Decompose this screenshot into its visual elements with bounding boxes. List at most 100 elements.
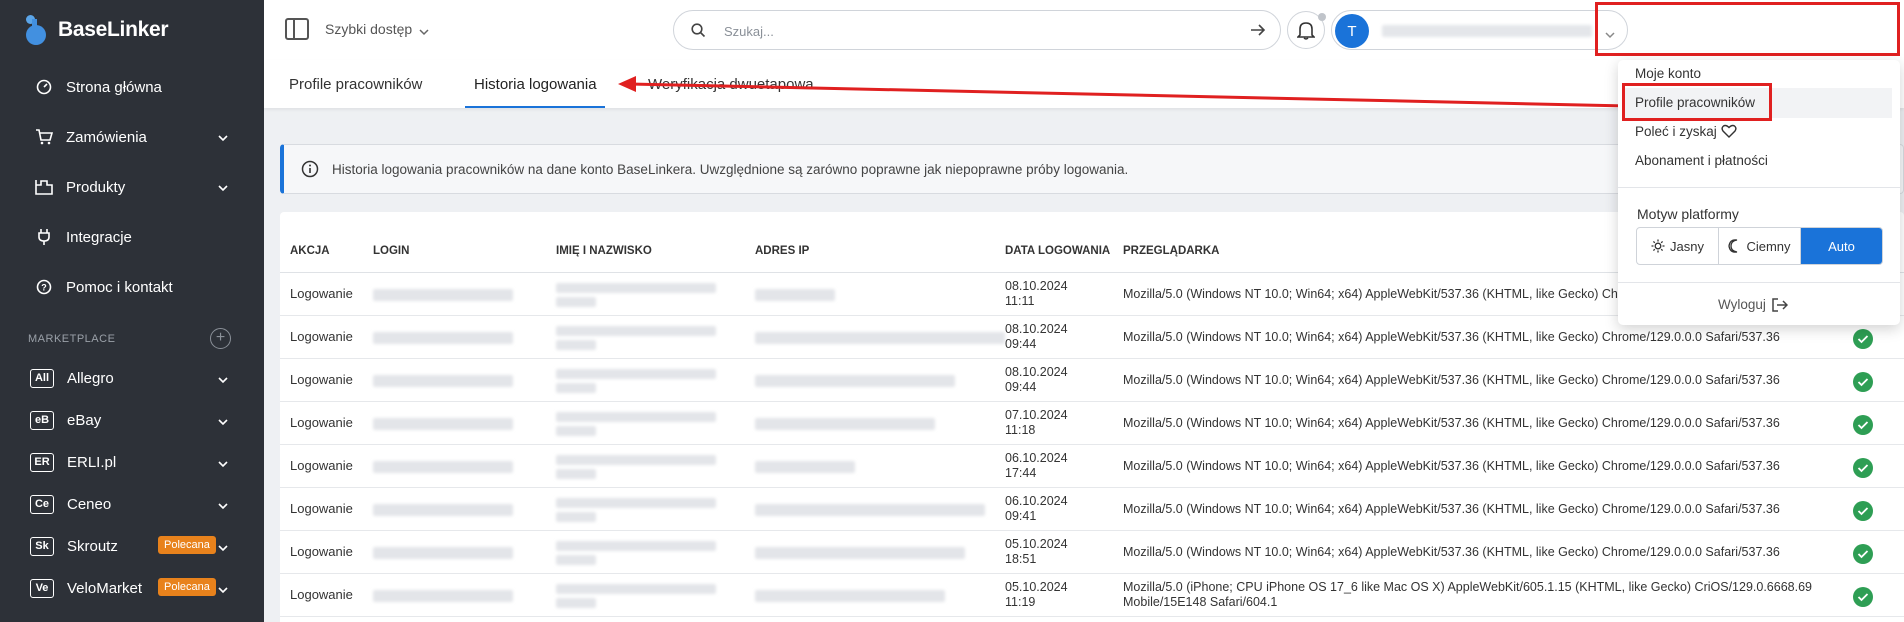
search-input[interactable] [724,21,1204,41]
sidebar-item-orders[interactable]: Zamówienia [0,117,264,157]
table-row[interactable]: Logowanie 06.10.2024 17:44 Mozilla/5.0 (Win… [280,445,1904,488]
chevron-down-icon [218,180,228,195]
login-redacted [373,289,513,301]
tab-login-history[interactable]: Historia logowania [474,76,597,93]
logout-icon [1772,297,1788,312]
sidebar-item-skroutz[interactable]: Sk Skroutz Polecana [0,528,264,564]
name-redacted [556,340,596,350]
sidebar-item-allegro[interactable]: All Allegro [0,360,264,396]
products-icon [34,177,54,197]
date-cell: 08.10.2024 11:11 [1005,279,1068,308]
name-redacted [556,541,716,551]
user-menu-button[interactable]: T [1331,10,1628,50]
sidebar: BaseLinker Strona główna Zamówienia Prod… [0,0,264,622]
sidebar-toggle-icon[interactable] [285,18,309,40]
check-icon [1853,372,1873,392]
ebay-icon: eB [30,410,54,430]
search-bar [673,10,1281,50]
date-cell: 05.10.2024 11:19 [1005,580,1068,609]
marketplace-label: Ceneo [67,495,112,513]
date-cell: 05.10.2024 18:51 [1005,537,1068,566]
theme-light-button[interactable]: Jasny [1637,228,1719,264]
column-header: IMIĘ I NAZWISKO [556,245,652,257]
logout-button[interactable]: Wyloguj [1718,297,1788,312]
annotation-highlight-profile [1622,83,1772,121]
info-icon [301,160,319,181]
chevron-down-icon[interactable] [419,24,429,39]
allegro-icon: All [30,368,54,388]
theme-label: Motyw platformy [1637,206,1739,222]
action-cell: Logowanie [290,458,353,473]
theme-dark-button[interactable]: Ciemny [1719,228,1801,264]
action-cell: Logowanie [290,372,353,387]
check-icon [1853,458,1873,478]
sidebar-item-home[interactable]: Strona główna [0,67,264,107]
quick-access-button[interactable]: Szybki dostęp [325,21,412,37]
cart-icon [34,127,54,147]
ip-redacted [755,461,855,473]
arrow-right-icon[interactable] [1250,23,1266,40]
ip-redacted [755,590,945,602]
action-cell: Logowanie [290,544,353,559]
chevron-down-icon [218,414,228,429]
theme-switcher: Jasny Ciemny Auto [1636,227,1883,265]
moon-icon [1728,239,1738,253]
sidebar-item-erli[interactable]: ER ERLI.pl [0,444,264,480]
bell-icon [1297,22,1315,40]
table-row[interactable]: Logowanie 08.10.2024 09:44 Mozilla/5.0 (Win… [280,359,1904,402]
sidebar-item-ebay[interactable]: eB eBay [0,402,264,438]
menu-item-billing[interactable]: Abonament i płatności [1635,153,1768,168]
check-icon [1853,415,1873,435]
name-redacted [556,584,716,594]
browser-cell: Mozilla/5.0 (Windows NT 10.0; Win64; x64… [1123,330,1780,344]
sun-icon [1651,239,1665,253]
login-redacted [373,547,513,559]
name-redacted [556,326,716,336]
table-row[interactable]: Logowanie 07.10.2024 11:18 Mozilla/5.0 (Win… [280,402,1904,445]
add-marketplace-button[interactable]: + [210,328,231,349]
column-header: AKCJA [290,245,330,257]
column-header: ADRES IP [755,245,810,257]
login-redacted [373,504,513,516]
heart-icon [1720,124,1737,138]
login-redacted [373,375,513,387]
chevron-down-icon [218,540,228,555]
date-cell: 06.10.2024 09:41 [1005,494,1068,523]
sidebar-item-velomarket[interactable]: Ve VeloMarket Polecana [0,570,264,606]
dashboard-icon [34,77,54,97]
sidebar-item-integrations[interactable]: Integracje [0,217,264,257]
check-icon [1853,501,1873,521]
table-row[interactable]: Logowanie 06.10.2024 09:41 Mozilla/5.0 (Win… [280,488,1904,531]
sidebar-item-help[interactable]: ? Pomoc i kontakt [0,267,264,307]
column-header: LOGIN [373,245,410,257]
info-text: Historia logowania pracowników na dane k… [332,162,1129,177]
name-redacted [556,512,596,522]
sidebar-item-label: Zamówienia [66,128,147,146]
check-icon [1853,329,1873,349]
chevron-down-icon [218,582,228,597]
chevron-down-icon [218,498,228,513]
tab-two-step[interactable]: Weryfikacja dwuetapowa [648,76,814,93]
tab-profiles[interactable]: Profile pracowników [289,76,422,93]
action-cell: Logowanie [290,415,353,430]
baselinker-logo[interactable]: BaseLinker [24,14,169,46]
name-redacted [556,283,716,293]
column-header: DATA LOGOWANIA [1005,245,1111,257]
annotation-highlight-user [1595,2,1900,56]
menu-item-my-account[interactable]: Moje konto [1635,66,1701,81]
browser-cell: Mozilla/5.0 (Windows NT 10.0; Win64; x64… [1123,416,1780,430]
recommended-badge: Polecana [158,536,216,554]
action-cell: Logowanie [290,501,353,516]
sidebar-item-ceneo[interactable]: Ce Ceneo [0,486,264,522]
name-redacted [556,555,596,565]
menu-item-refer[interactable]: Poleć i zyskaj [1635,124,1737,139]
theme-auto-button[interactable]: Auto [1801,228,1882,264]
ceneo-icon: Ce [30,494,54,514]
search-icon [691,23,706,41]
plug-icon [34,227,54,247]
skroutz-icon: Sk [30,536,54,556]
sidebar-item-products[interactable]: Produkty [0,167,264,207]
table-row[interactable]: Logowanie 05.10.2024 11:19 Mozilla/5.0 (iPh… [280,574,1904,617]
name-redacted [556,498,716,508]
table-row[interactable]: Logowanie 05.10.2024 18:51 Mozilla/5.0 (Win… [280,531,1904,574]
